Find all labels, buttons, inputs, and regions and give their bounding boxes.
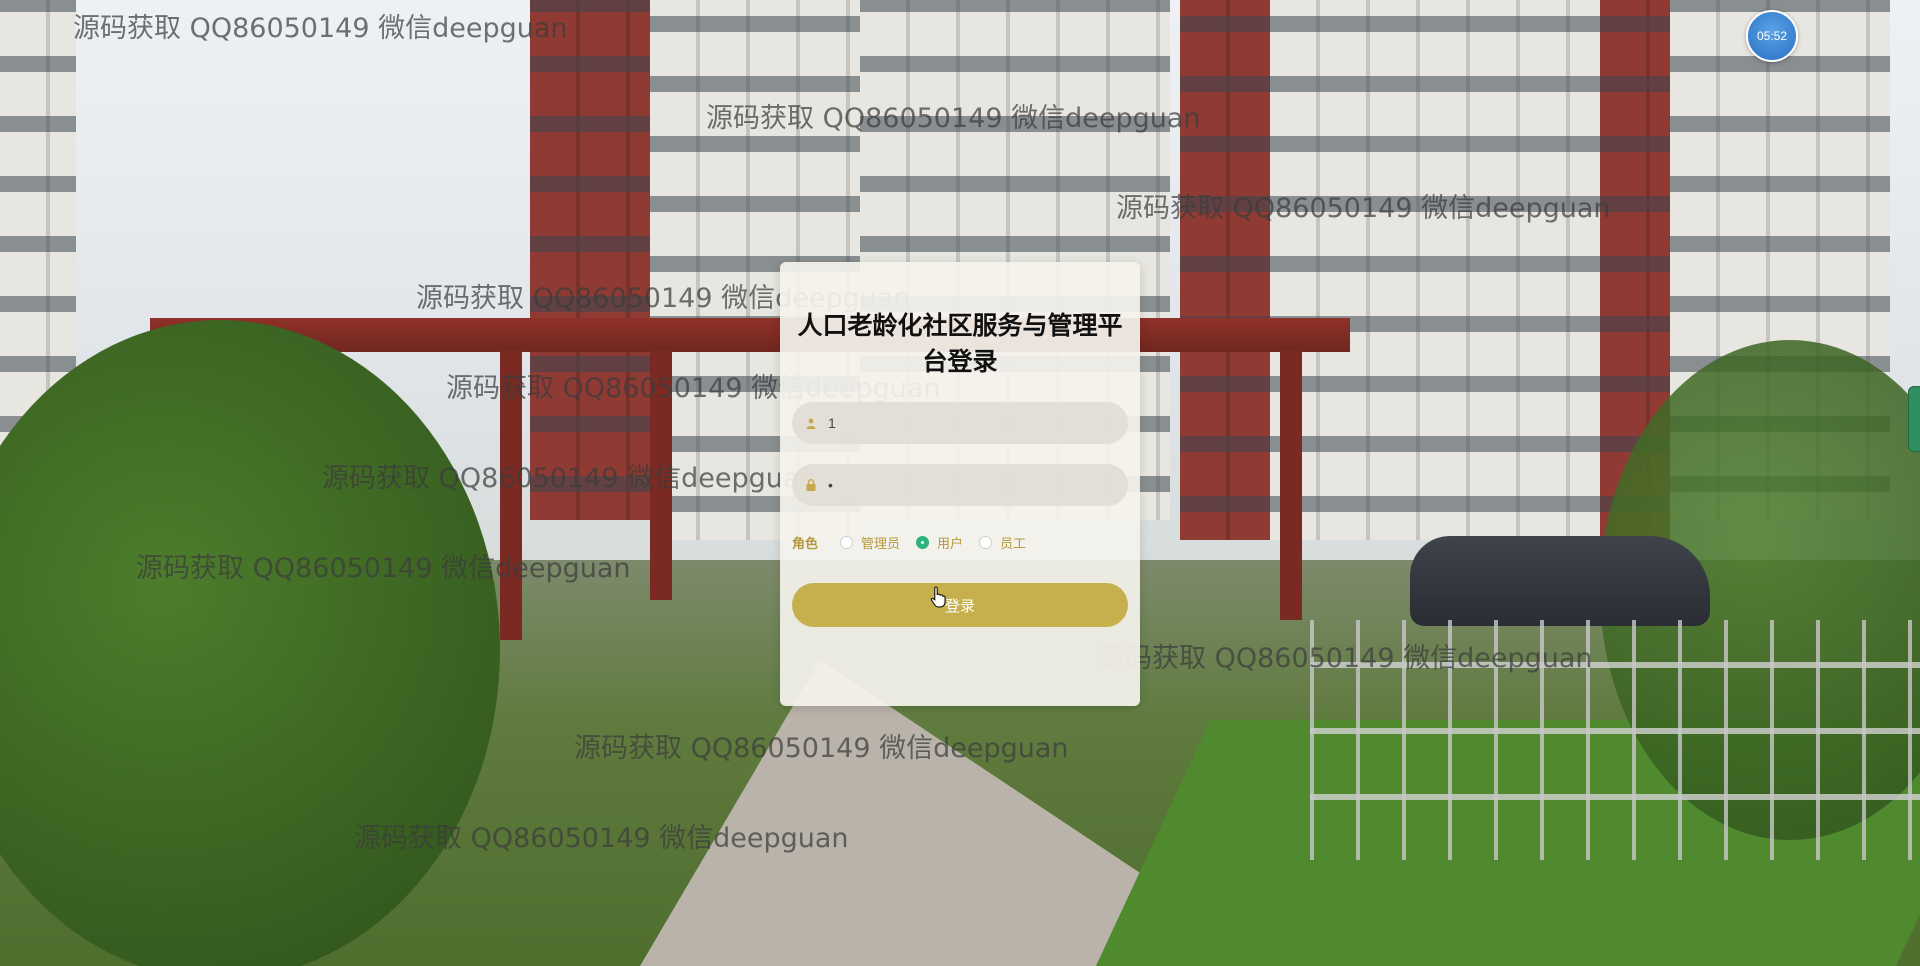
user-icon <box>804 416 818 430</box>
radio-selected-icon[interactable] <box>916 535 930 549</box>
railing <box>1310 620 1920 860</box>
username-field[interactable] <box>792 402 1128 444</box>
pergola-post <box>650 350 672 600</box>
role-label: 角色 <box>792 536 819 552</box>
role-option-staff[interactable]: 员工 <box>979 533 1026 552</box>
radio-icon[interactable] <box>979 535 993 549</box>
building <box>530 0 650 520</box>
pergola-post <box>500 350 522 640</box>
password-field[interactable] <box>792 464 1128 506</box>
car <box>1410 536 1710 626</box>
hand-cursor-icon <box>930 586 946 608</box>
pergola-post <box>1280 350 1302 620</box>
login-button[interactable]: 登录 <box>792 583 1128 627</box>
role-option-label: 用户 <box>937 536 964 552</box>
side-panel-handle[interactable] <box>1908 386 1920 452</box>
username-input[interactable] <box>826 414 1110 432</box>
role-option-label: 管理员 <box>861 536 901 552</box>
lock-icon <box>804 478 818 492</box>
radio-icon[interactable] <box>840 535 854 549</box>
building <box>1180 0 1270 540</box>
role-option-user[interactable]: 用户 <box>916 533 963 552</box>
building <box>1270 0 1600 540</box>
login-title: 人口老龄化社区服务与管理平台登录 <box>797 311 1123 376</box>
role-option-label: 员工 <box>1000 536 1027 552</box>
clock-time: 05:52 <box>1756 29 1788 43</box>
role-selector: 角色 管理员 用户 员工 <box>792 532 1128 552</box>
password-input[interactable] <box>826 476 1110 494</box>
role-option-admin[interactable]: 管理员 <box>840 533 900 552</box>
login-card: 人口老龄化社区服务与管理平台登录 角色 管理员 用户 员工 登录 <box>780 262 1140 706</box>
clock-badge[interactable]: 05:52 <box>1746 10 1798 62</box>
